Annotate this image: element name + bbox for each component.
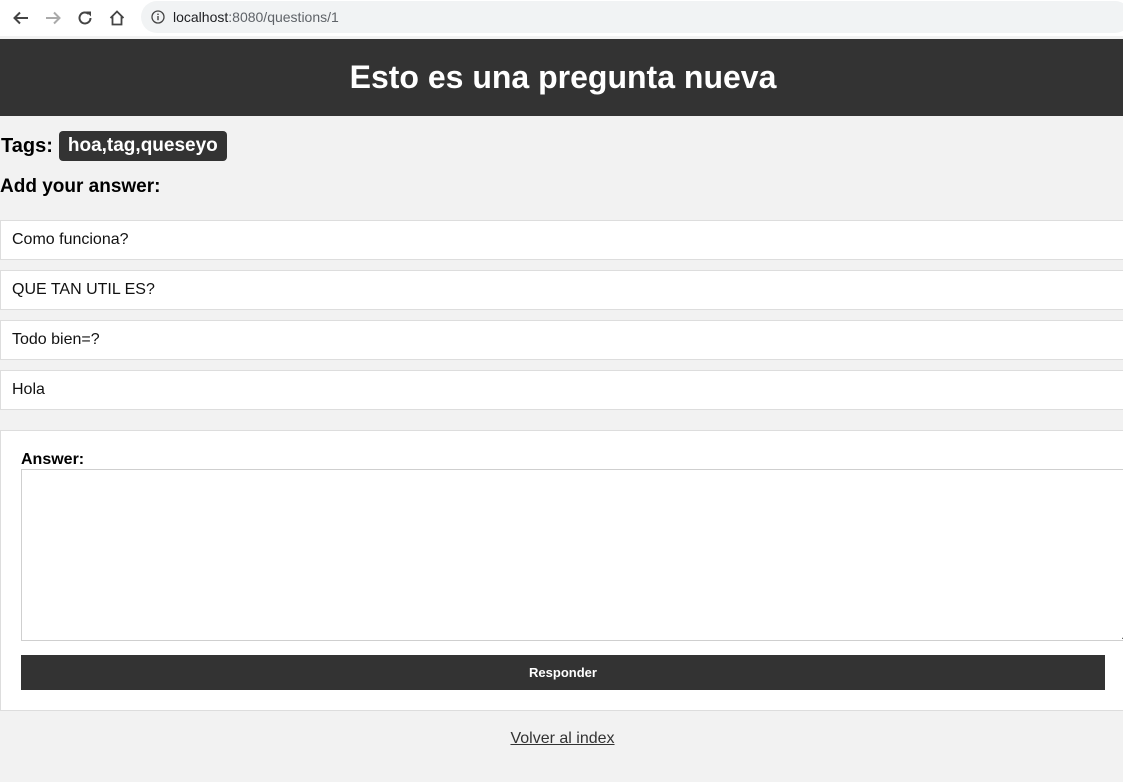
arrow-right-icon — [46, 11, 61, 25]
back-button[interactable] — [5, 0, 37, 36]
info-icon[interactable] — [151, 10, 165, 24]
answer-item: Todo bien=? — [0, 320, 1123, 360]
url-text[interactable]: localhost:8080/questions/1 — [173, 9, 339, 25]
tag-badge: hoa,tag,queseyo — [58, 131, 227, 161]
answer-item: QUE TAN UTIL ES? — [0, 270, 1123, 310]
home-button[interactable] — [101, 0, 133, 36]
reload-icon — [78, 11, 92, 25]
page-title: Esto es una pregunta nueva — [349, 59, 777, 95]
browser-toolbar: localhost:8080/questions/1 — [0, 0, 1123, 36]
forward-button[interactable] — [37, 0, 69, 36]
answer-item: Como funciona? — [0, 220, 1123, 260]
answer-textarea[interactable] — [21, 469, 1123, 641]
add-answer-heading: Add your answer: — [0, 176, 161, 197]
page-header: Esto es una pregunta nueva — [0, 39, 1123, 116]
answer-form: Answer: Responder — [0, 430, 1123, 711]
tags-row: Tags: hoa,tag,queseyo — [1, 131, 227, 161]
answer-item: Hola — [0, 370, 1123, 410]
tags-label: Tags: — [1, 134, 53, 157]
address-bar[interactable]: localhost:8080/questions/1 — [141, 1, 1123, 33]
home-icon — [109, 10, 125, 26]
url-host: localhost — [173, 9, 229, 25]
answer-label: Answer: — [21, 451, 85, 468]
arrow-left-icon — [13, 11, 28, 25]
reload-button[interactable] — [69, 0, 101, 36]
url-path: :8080/questions/1 — [228, 9, 339, 25]
back-to-index-link[interactable]: Volver al index — [0, 730, 1123, 748]
submit-answer-button[interactable]: Responder — [21, 655, 1105, 690]
